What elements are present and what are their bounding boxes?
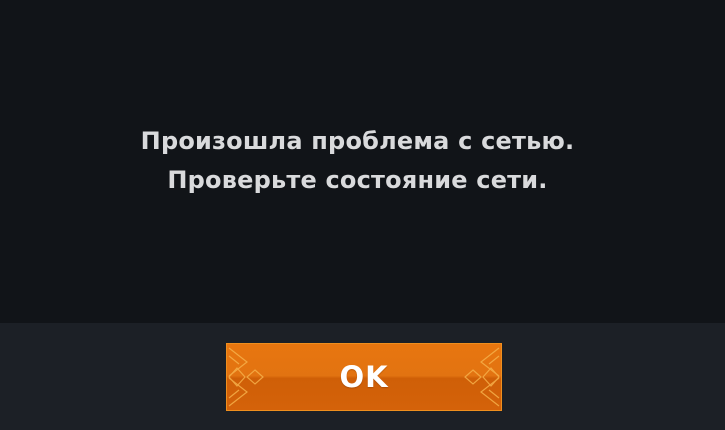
message-area: Произошла проблема с сетью. Проверьте со… [0,0,725,323]
ok-button-label: OK [339,360,389,394]
error-message-line-1: Произошла проблема с сетью. [140,127,575,155]
error-message: Произошла проблема с сетью. Проверьте со… [0,122,715,200]
error-message-line-2: Проверьте состояние сети. [167,166,548,194]
dialog-footer: OK [0,323,725,430]
diamond-ornament-icon [464,347,500,407]
network-error-dialog: Произошла проблема с сетью. Проверьте со… [0,0,725,430]
ok-button[interactable]: OK [226,343,502,411]
